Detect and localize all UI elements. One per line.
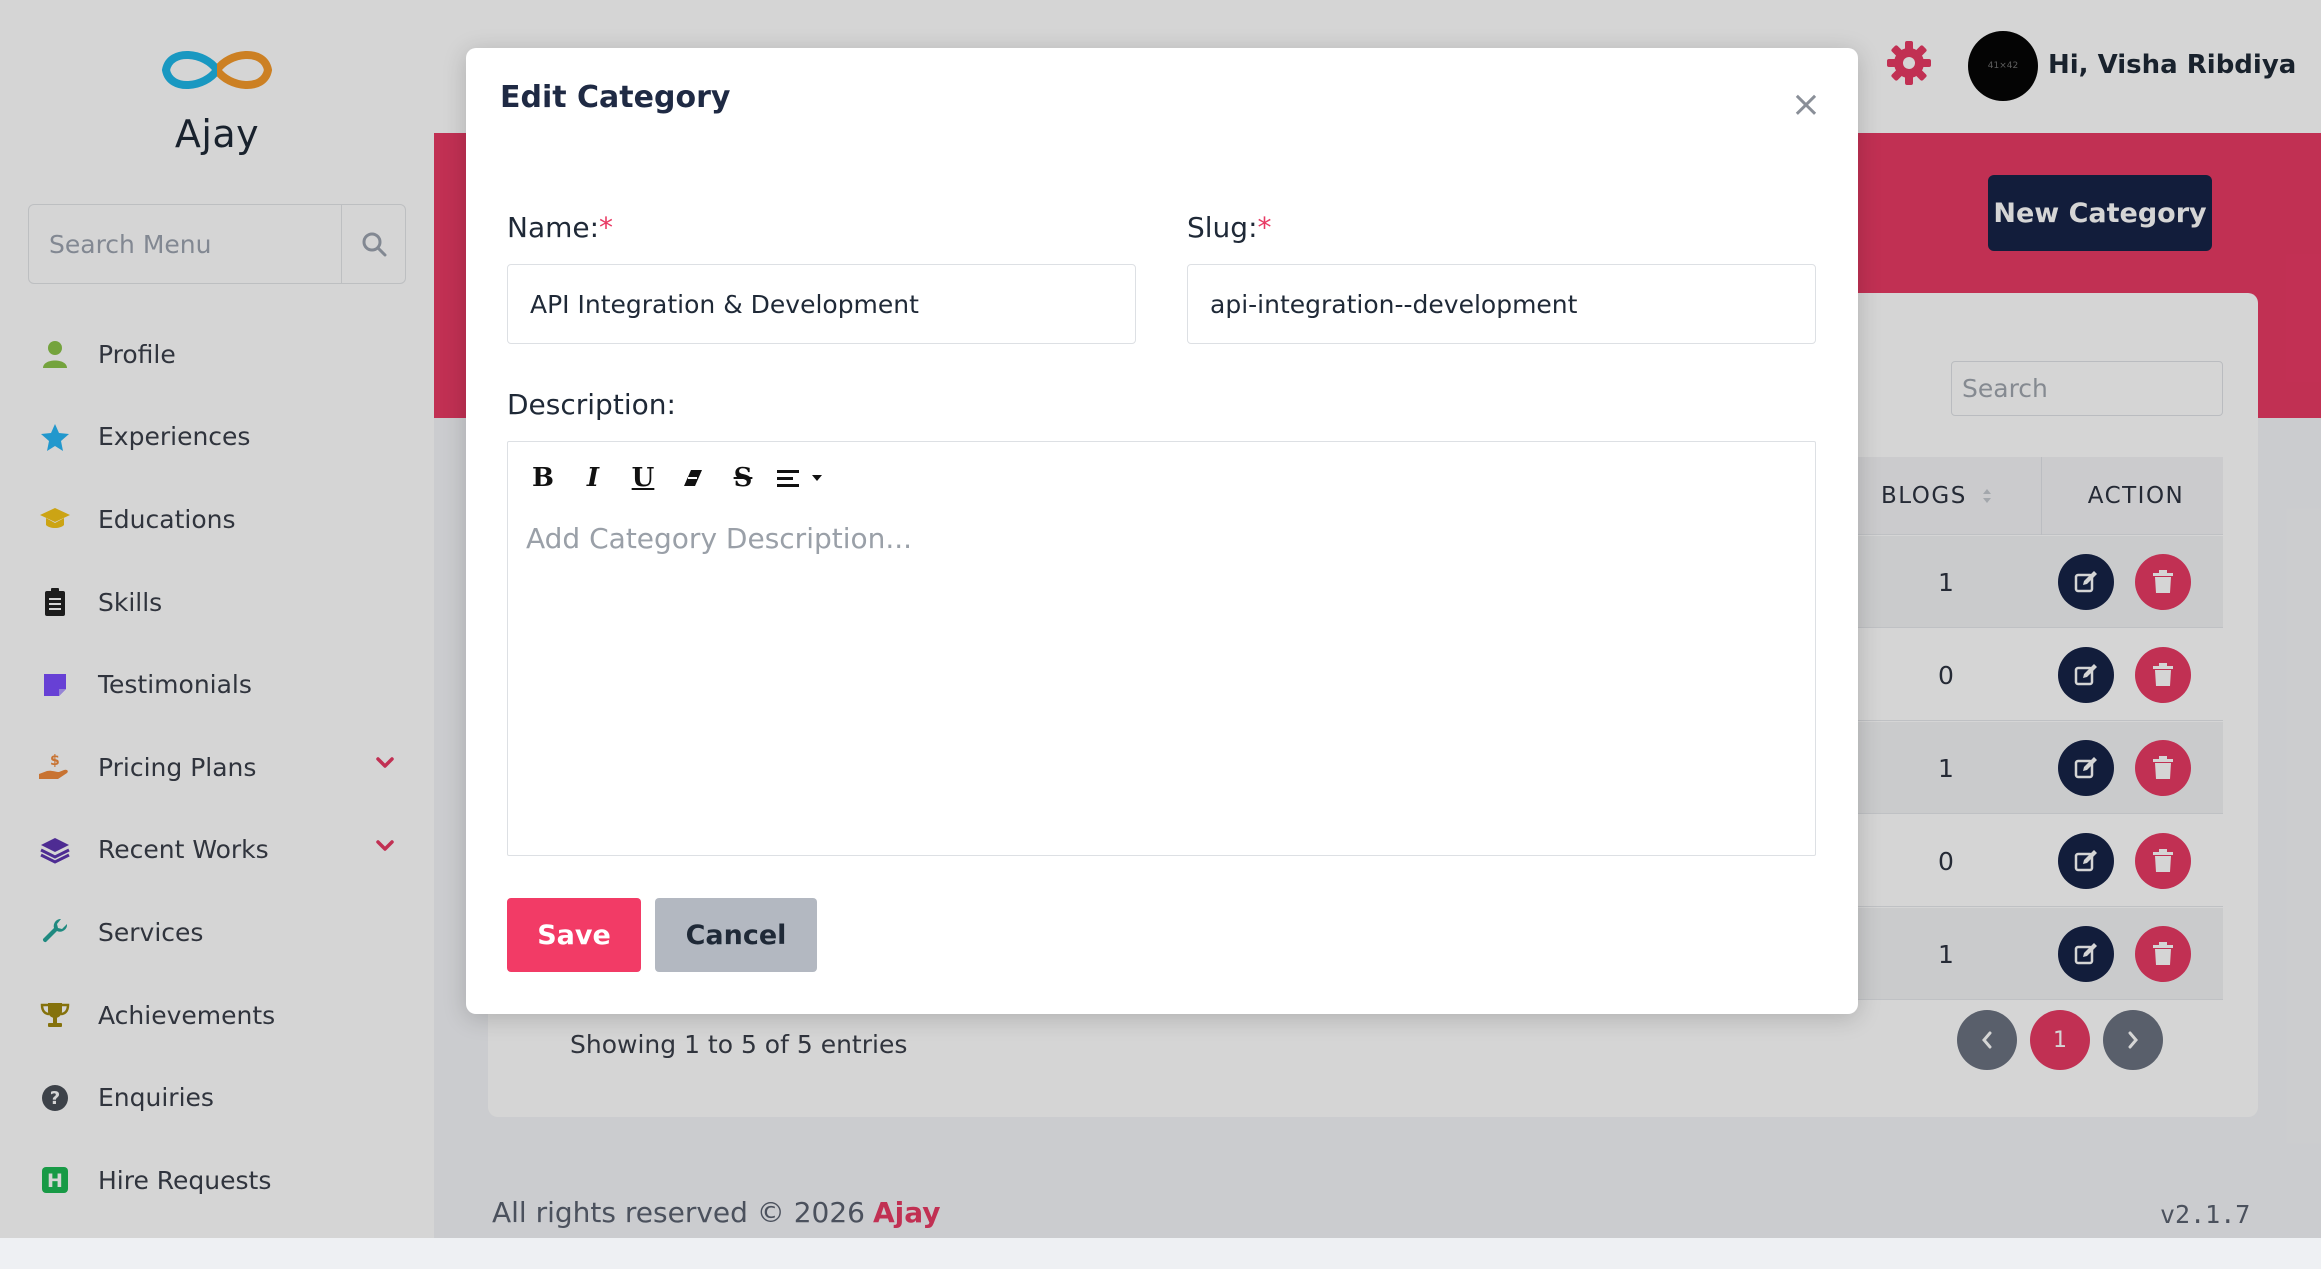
align-dropdown[interactable]	[770, 455, 830, 501]
editor-toolbar: B I U S	[520, 454, 834, 502]
modal-title: Edit Category	[500, 80, 731, 115]
description-label: Description:	[507, 388, 676, 421]
close-button[interactable]: ×	[1786, 83, 1826, 125]
required-mark: *	[599, 211, 614, 244]
eraser-button[interactable]	[670, 455, 716, 501]
description-placeholder[interactable]: Add Category Description...	[526, 522, 912, 555]
bottom-strip	[0, 1238, 2321, 1269]
name-label: Name:*	[507, 211, 614, 244]
save-button[interactable]: Save	[507, 898, 641, 972]
eraser-icon	[684, 470, 702, 486]
edit-category-modal: Edit Category × Name:* Slug:* Descriptio…	[466, 48, 1858, 1014]
bold-button[interactable]: B	[520, 455, 566, 501]
strikethrough-button[interactable]: S	[720, 455, 766, 501]
name-input[interactable]	[507, 264, 1136, 344]
cancel-button[interactable]: Cancel	[655, 898, 817, 972]
slug-input[interactable]	[1187, 264, 1816, 344]
caret-down-icon	[812, 475, 822, 481]
required-mark: *	[1257, 211, 1272, 244]
description-editor: B I U S Add Category Description...	[507, 441, 1816, 856]
slug-label: Slug:*	[1187, 211, 1272, 244]
italic-button[interactable]: I	[570, 455, 616, 501]
align-left-icon	[777, 470, 799, 487]
close-icon: ×	[1790, 83, 1822, 125]
underline-button[interactable]: U	[620, 455, 666, 501]
